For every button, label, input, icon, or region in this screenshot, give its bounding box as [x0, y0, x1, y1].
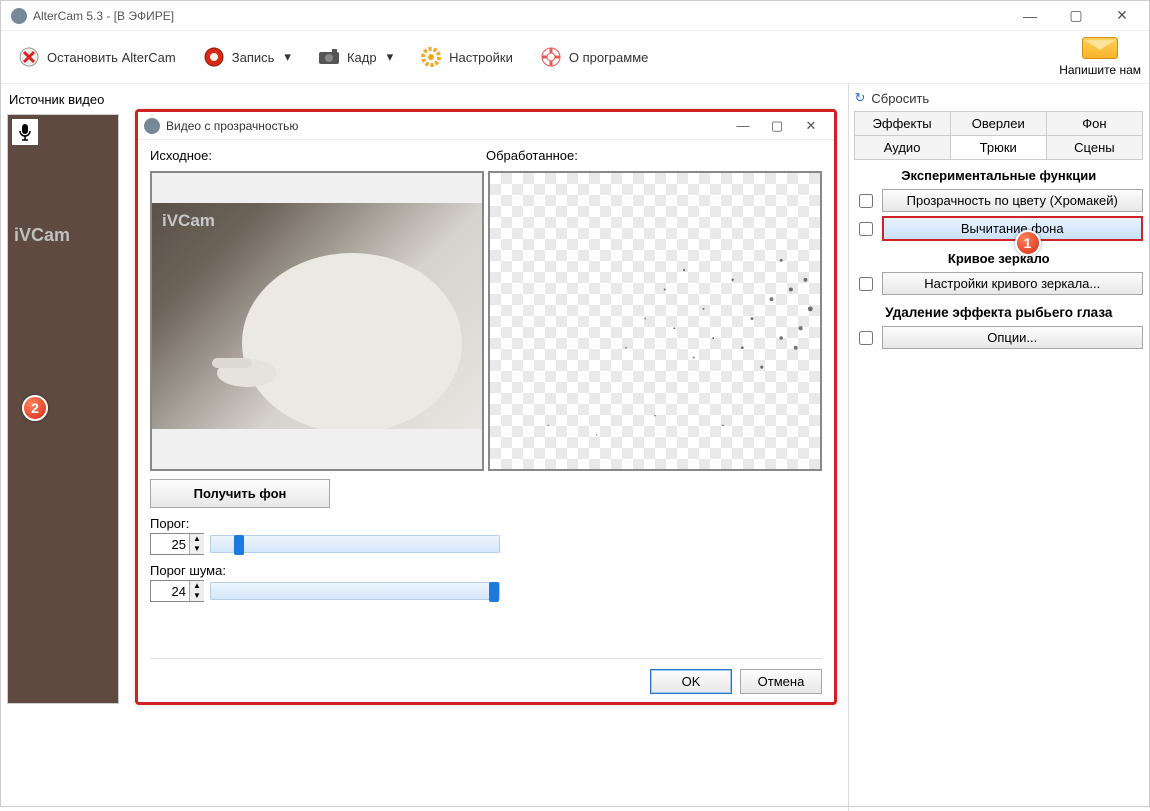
titlebar: AlterCam 5.3 - [В ЭФИРЕ] — ▢ ✕ [1, 1, 1149, 31]
tabs: Эффекты Оверлеи Фон Аудио Трюки Сцены [855, 112, 1143, 160]
spin-up-icon[interactable]: ▲ [190, 534, 204, 544]
section-experimental: Экспериментальные функции [855, 160, 1143, 187]
cancel-button[interactable]: Отмена [740, 669, 822, 694]
settings-button[interactable]: Настройки [411, 41, 521, 73]
tab-audio[interactable]: Аудио [854, 135, 951, 160]
tab-scenes[interactable]: Сцены [1046, 135, 1143, 160]
bg-subtract-checkbox[interactable] [859, 222, 873, 236]
dialog-titlebar: Видео с прозрачностью — ▢ ✕ [138, 112, 834, 140]
ok-button[interactable]: OK [650, 669, 732, 694]
noise-threshold-label: Порог шума: [150, 563, 822, 578]
stop-altercam-button[interactable]: Остановить AlterCam [9, 41, 184, 73]
dialog-icon [144, 118, 160, 134]
dialog-minimize-button[interactable]: — [726, 118, 760, 134]
noise-overlay [490, 173, 820, 464]
annotation-badge-2: 2 [22, 395, 48, 421]
tab-bg[interactable]: Фон [1046, 111, 1143, 136]
settings-label: Настройки [449, 50, 513, 65]
reset-label: Сбросить [871, 91, 929, 106]
lifebuoy-icon [539, 45, 563, 69]
record-button[interactable]: Запись ▾ [194, 41, 299, 73]
record-icon [202, 45, 226, 69]
transparency-dialog: Видео с прозрачностью — ▢ ✕ Исходное: Об… [135, 109, 837, 705]
about-label: О программе [569, 50, 649, 65]
noise-spinner[interactable]: ▲▼ [150, 580, 204, 602]
tab-effects[interactable]: Эффекты [854, 111, 951, 136]
spin-down-icon[interactable]: ▼ [190, 591, 204, 601]
annotation-badge-1: 1 [1015, 230, 1041, 256]
source-preview: iVCam [150, 171, 484, 471]
noise-slider[interactable] [210, 582, 500, 600]
chromakey-checkbox[interactable] [859, 194, 873, 208]
window-title: AlterCam 5.3 - [В ЭФИРЕ] [33, 9, 1007, 23]
chromakey-button[interactable]: Прозрачность по цвету (Хромакей) [882, 189, 1143, 212]
maximize-button[interactable]: ▢ [1053, 1, 1099, 31]
threshold-input[interactable] [151, 534, 189, 554]
toolbar: Остановить AlterCam Запись ▾ Кадр ▾ Наст… [1, 31, 1149, 84]
reset-icon: ↻ [855, 90, 866, 106]
dialog-close-button[interactable]: ✕ [794, 118, 828, 134]
minimize-button[interactable]: — [1007, 1, 1053, 31]
fisheye-checkbox[interactable] [859, 331, 873, 345]
section-mirror: Кривое зеркало [855, 243, 1143, 270]
spin-down-icon[interactable]: ▼ [190, 544, 204, 554]
app-icon [11, 8, 27, 24]
camera-icon [317, 45, 341, 69]
microphone-button[interactable] [12, 119, 38, 145]
bg-subtract-button[interactable]: Вычитание фона [882, 216, 1143, 241]
section-fisheye: Удаление эффекта рыбьего глаза [855, 297, 1143, 324]
record-label: Запись [232, 50, 275, 65]
spin-up-icon[interactable]: ▲ [190, 581, 204, 591]
processed-preview [488, 171, 822, 471]
dropdown-icon: ▾ [284, 49, 291, 65]
close-button[interactable]: ✕ [1099, 1, 1145, 31]
get-background-button[interactable]: Получить фон [150, 479, 330, 508]
ivcam-watermark: iVCam [14, 225, 70, 246]
threshold-slider[interactable] [210, 535, 500, 553]
dialog-title: Видео с прозрачностью [166, 119, 726, 133]
write-us-button[interactable]: Напишите нам [1059, 37, 1141, 77]
frame-label: Кадр [347, 50, 377, 65]
threshold-spinner[interactable]: ▲▼ [150, 533, 204, 555]
window-buttons: — ▢ ✕ [1007, 1, 1145, 31]
main-window: AlterCam 5.3 - [В ЭФИРЕ] — ▢ ✕ Остановит… [0, 0, 1150, 807]
frame-button[interactable]: Кадр ▾ [309, 41, 401, 73]
mirror-checkbox[interactable] [859, 277, 873, 291]
tab-tricks[interactable]: Трюки [950, 135, 1047, 160]
write-us-label: Напишите нам [1059, 63, 1141, 77]
processed-label: Обработанное: [486, 148, 822, 163]
reset-button[interactable]: ↻ Сбросить [855, 88, 1143, 112]
main-preview: iVCam 2 [7, 114, 119, 704]
gear-icon [419, 45, 443, 69]
about-button[interactable]: О программе [531, 41, 657, 73]
dialog-body: Исходное: Обработанное: iVCam [138, 140, 834, 702]
mirror-options-button[interactable]: Настройки кривого зеркала... [882, 272, 1143, 295]
tab-overlays[interactable]: Оверлеи [950, 111, 1047, 136]
stop-icon [17, 45, 41, 69]
fisheye-options-button[interactable]: Опции... [882, 326, 1143, 349]
threshold-label: Порог: [150, 516, 822, 531]
envelope-icon [1082, 37, 1118, 59]
source-label: Исходное: [150, 148, 486, 163]
dialog-maximize-button[interactable]: ▢ [760, 118, 794, 134]
noise-input[interactable] [151, 581, 189, 601]
dropdown-icon: ▾ [387, 49, 394, 65]
stop-label: Остановить AlterCam [47, 50, 176, 65]
right-panel: ↻ Сбросить Эффекты Оверлеи Фон Аудио Трю… [848, 84, 1149, 811]
